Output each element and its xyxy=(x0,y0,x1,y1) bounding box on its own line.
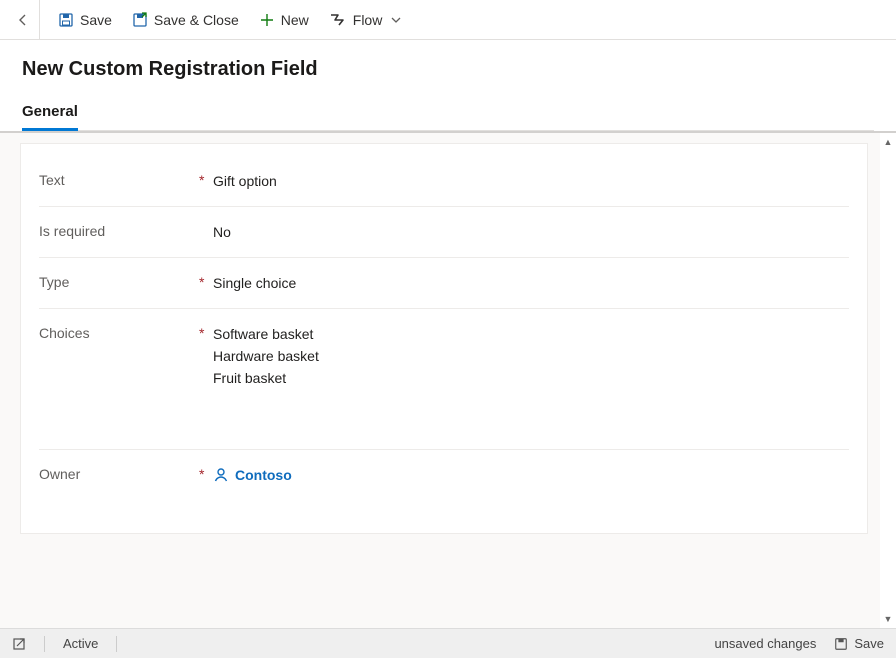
vertical-scrollbar[interactable]: ▲ ▼ xyxy=(880,133,896,628)
tab-general[interactable]: General xyxy=(22,97,78,130)
required-indicator xyxy=(199,221,213,223)
required-indicator: * xyxy=(199,272,213,290)
field-type-value[interactable]: Single choice xyxy=(213,272,849,294)
flow-button[interactable]: Flow xyxy=(327,8,405,32)
form-body: Text * Gift option Is required No Type *… xyxy=(0,131,896,628)
save-button[interactable]: Save xyxy=(56,8,114,32)
save-icon xyxy=(58,12,74,28)
new-button[interactable]: New xyxy=(257,8,311,32)
field-text-value[interactable]: Gift option xyxy=(213,170,849,192)
field-is-required-label: Is required xyxy=(39,221,199,239)
field-type[interactable]: Type * Single choice xyxy=(39,258,849,309)
field-is-required[interactable]: Is required No xyxy=(39,207,849,258)
form-card: Text * Gift option Is required No Type *… xyxy=(20,143,868,534)
save-icon xyxy=(834,637,848,651)
person-icon xyxy=(213,467,229,483)
field-text[interactable]: Text * Gift option xyxy=(39,156,849,207)
choice-item: Software basket xyxy=(213,323,849,345)
status-state: Active xyxy=(63,636,98,651)
required-indicator: * xyxy=(199,170,213,188)
form-header: New Custom Registration Field General xyxy=(0,40,896,131)
plus-icon xyxy=(259,12,275,28)
status-bar: Active unsaved changes Save xyxy=(0,628,896,658)
new-label: New xyxy=(281,12,309,28)
flow-icon xyxy=(329,12,347,28)
status-save-label: Save xyxy=(854,636,884,651)
page-title: New Custom Registration Field xyxy=(22,58,874,81)
required-indicator: * xyxy=(199,464,213,482)
save-close-icon xyxy=(132,12,148,28)
back-button[interactable] xyxy=(6,0,40,40)
owner-lookup[interactable]: Contoso xyxy=(213,464,292,486)
save-close-button[interactable]: Save & Close xyxy=(130,8,241,32)
separator xyxy=(116,636,117,652)
chevron-down-icon xyxy=(390,14,402,26)
tab-list: General xyxy=(22,97,874,131)
field-text-label: Text xyxy=(39,170,199,188)
separator xyxy=(44,636,45,652)
save-close-label: Save & Close xyxy=(154,12,239,28)
field-choices-value[interactable]: Software basket Hardware basket Fruit ba… xyxy=(213,323,849,389)
scroll-up-icon[interactable]: ▲ xyxy=(884,137,893,147)
status-save-button[interactable]: Save xyxy=(834,636,884,651)
flow-label: Flow xyxy=(353,12,383,28)
status-unsaved: unsaved changes xyxy=(714,636,816,651)
back-arrow-icon xyxy=(15,12,31,28)
field-is-required-value[interactable]: No xyxy=(213,221,849,243)
form-scroll[interactable]: Text * Gift option Is required No Type *… xyxy=(0,133,880,628)
choice-item: Hardware basket xyxy=(213,345,849,367)
popout-icon xyxy=(12,637,26,651)
field-choices-label: Choices xyxy=(39,323,199,341)
choice-item: Fruit basket xyxy=(213,367,849,389)
field-choices[interactable]: Choices * Software basket Hardware baske… xyxy=(39,309,849,450)
required-indicator: * xyxy=(199,323,213,341)
scroll-down-icon[interactable]: ▼ xyxy=(884,614,893,624)
field-type-label: Type xyxy=(39,272,199,290)
save-label: Save xyxy=(80,12,112,28)
field-owner-label: Owner xyxy=(39,464,199,482)
command-bar: Save Save & Close New Flow xyxy=(0,0,896,40)
popout-button[interactable] xyxy=(12,637,26,651)
field-owner[interactable]: Owner * Contoso xyxy=(39,450,849,503)
owner-name: Contoso xyxy=(235,464,292,486)
